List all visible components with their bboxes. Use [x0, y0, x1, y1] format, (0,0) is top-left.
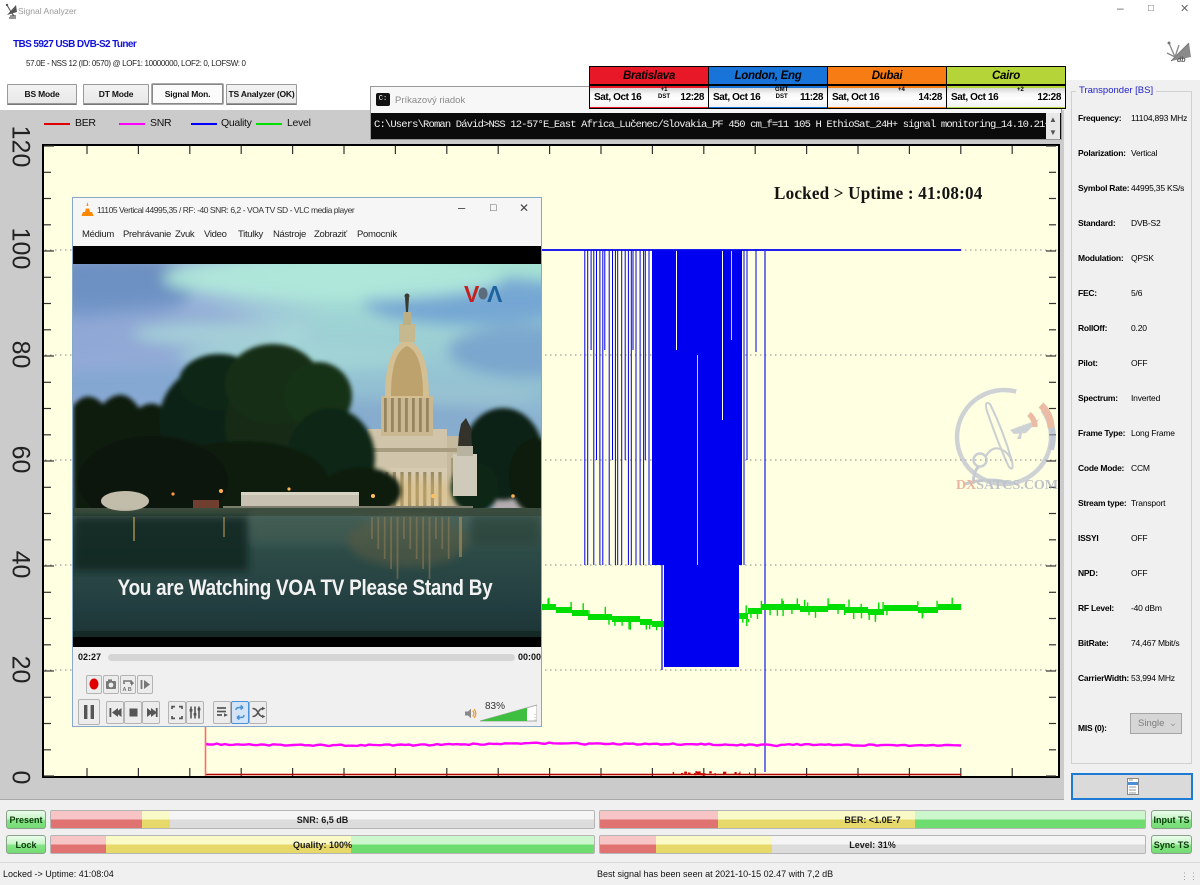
- svg-text:DXSATCS.COM: DXSATCS.COM: [956, 478, 1058, 493]
- svg-text:You are Watching VOA TV Please: You are Watching VOA TV Please Stand By: [118, 576, 493, 601]
- svg-text:A B: A B: [123, 687, 132, 693]
- svg-text:Λ: Λ: [487, 281, 503, 307]
- svg-text:V: V: [464, 281, 480, 307]
